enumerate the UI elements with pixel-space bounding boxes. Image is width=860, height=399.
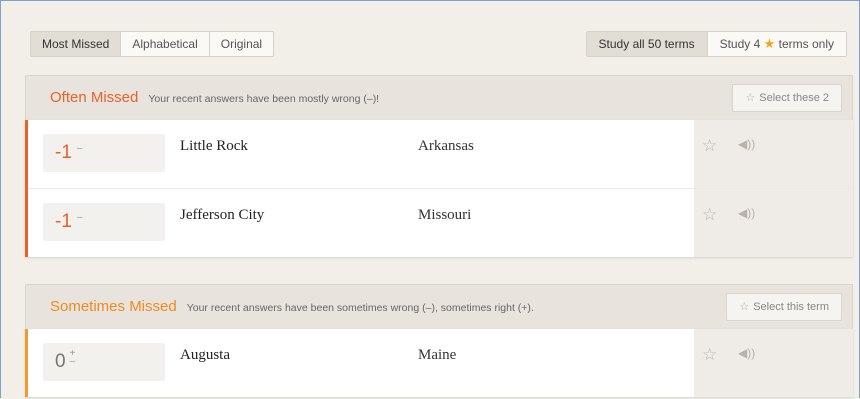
speaker-icon[interactable]: ◀)): [738, 206, 755, 220]
study-window: Most Missed Alphabetical Original Study …: [0, 0, 860, 398]
row-actions: ☆ ◀)): [694, 120, 853, 188]
definition-text: Maine: [418, 347, 457, 363]
definition-text: Missouri: [418, 207, 472, 223]
row-actions: ☆ ◀)): [694, 189, 853, 257]
sometimes-missed-title: Sometimes Missed: [50, 298, 177, 315]
definition-text: Arkansas: [418, 138, 474, 154]
sort-tabs: Most Missed Alphabetical Original: [30, 31, 275, 57]
study-all-button[interactable]: Study all 50 terms: [586, 32, 708, 56]
score-badge: 0 + –: [43, 343, 165, 381]
star-filled-icon: ★: [763, 36, 776, 51]
often-missed-rows: -1– Little Rock Arkansas ☆ ◀)) -1– Jeffe…: [25, 120, 853, 257]
star-outline-icon[interactable]: ☆: [702, 136, 717, 156]
study-starred-suffix: terms only: [778, 37, 834, 51]
section-description: Your recent answers have been mostly wro…: [148, 93, 380, 105]
section-title: Often Missed Your recent answers have bee…: [50, 89, 379, 106]
score-value: -1: [55, 211, 72, 232]
star-outline-icon[interactable]: ☆: [702, 345, 717, 365]
sometimes-missed-rows: 0 + – Augusta Maine ☆ ◀)): [25, 329, 853, 397]
term-row: -1– Little Rock Arkansas ☆ ◀)): [28, 120, 853, 189]
score-mark-minus: –: [69, 356, 76, 367]
sometimes-missed-header: Sometimes Missed Your recent answers have…: [25, 284, 853, 329]
select-this-term-label: Select this term: [753, 301, 829, 313]
tab-alphabetical[interactable]: Alphabetical: [121, 32, 210, 56]
score-plus-minus: + –: [69, 349, 76, 367]
term-text: Little Rock: [180, 138, 248, 154]
often-missed-title: Often Missed: [50, 89, 139, 106]
score-badge: -1–: [43, 134, 165, 172]
tab-most-missed[interactable]: Most Missed: [31, 32, 122, 56]
term-row: 0 + – Augusta Maine ☆ ◀)): [28, 329, 853, 397]
study-starred-prefix: Study 4: [719, 37, 761, 51]
term-text: Augusta: [180, 347, 230, 363]
toolbar: Most Missed Alphabetical Original Study …: [30, 31, 847, 57]
select-this-term-button[interactable]: ☆ Select this term: [726, 293, 842, 321]
star-outline-icon: ☆: [745, 92, 756, 104]
often-missed-section: Often Missed Your recent answers have bee…: [25, 75, 853, 257]
row-actions: ☆ ◀)): [694, 329, 853, 397]
speaker-icon[interactable]: ◀)): [738, 137, 755, 151]
select-these-label: Select these 2: [759, 92, 829, 104]
tab-original[interactable]: Original: [210, 32, 273, 56]
speaker-icon[interactable]: ◀)): [738, 346, 755, 360]
study-starred-button[interactable]: Study 4 ★ terms only: [708, 32, 846, 56]
score-value: 0: [55, 351, 66, 372]
score-mark: –: [76, 212, 83, 223]
select-these-button[interactable]: ☆ Select these 2: [732, 84, 842, 112]
score-badge: -1–: [43, 203, 165, 241]
sometimes-missed-section: Sometimes Missed Your recent answers have…: [25, 284, 853, 397]
term-row: -1– Jefferson City Missouri ☆ ◀)): [28, 189, 853, 257]
score-mark: –: [76, 143, 83, 154]
star-outline-icon: ☆: [739, 301, 750, 313]
section-description: Your recent answers have been sometimes …: [186, 302, 534, 314]
section-title: Sometimes Missed Your recent answers have…: [50, 298, 534, 315]
star-outline-icon[interactable]: ☆: [702, 205, 717, 225]
often-missed-header: Often Missed Your recent answers have bee…: [25, 75, 853, 120]
study-options: Study all 50 terms Study 4 ★ terms only: [585, 31, 847, 57]
term-text: Jefferson City: [180, 207, 265, 223]
score-value: -1: [55, 142, 72, 163]
